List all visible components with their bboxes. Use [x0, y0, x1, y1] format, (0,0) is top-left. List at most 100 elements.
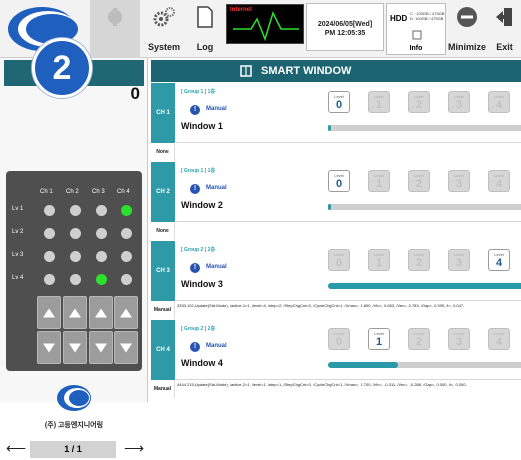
window-progress-bar — [328, 283, 521, 289]
ch2-up-button[interactable] — [63, 296, 87, 329]
level-number: 0 — [335, 257, 343, 269]
group-label: [ Group 1 ] 1층 — [181, 89, 216, 95]
datetime-display: 2024/06/05[Wed] PM 12:05:35 — [306, 3, 384, 51]
window-card-1[interactable]: CH 1 [ Group 1 ] 1층 ! Manual Window 1 Le… — [151, 83, 521, 143]
gears-icon — [153, 7, 175, 27]
mode-label: Manual — [206, 264, 227, 270]
status-tag: Manual — [151, 302, 175, 319]
level-2-button[interactable]: Level 2 — [408, 170, 430, 192]
status-tag: None — [151, 223, 175, 240]
level-label-2: Lv 2 — [12, 229, 24, 235]
company-name: (주) 고등엔지니어링 — [44, 422, 104, 429]
level-4-button[interactable]: Level 4 — [488, 91, 510, 113]
level-2-button[interactable]: Level 2 — [408, 249, 430, 271]
channel-header-3: Ch 3 — [92, 189, 105, 195]
left-control-panel: 0 Ch 1 Ch 2 Ch 3 Ch 4 Lv 1 Lv 2 Lv 3 Lv … — [0, 58, 148, 458]
level-2-button[interactable]: Level 2 — [408, 328, 430, 350]
level-1-button[interactable]: Level 1 — [368, 249, 390, 271]
window-card-4[interactable]: CH 4 [ Group 2 ] 2층 ! Manual Window 4 Le… — [151, 320, 521, 380]
status-tag: Manual — [151, 381, 175, 398]
level-1-button[interactable]: Level 1 — [368, 328, 390, 350]
level-number: 2 — [415, 178, 423, 190]
arrow-up-icon — [69, 308, 81, 317]
manual-mode-icon: ! — [190, 184, 200, 194]
window-card-3[interactable]: CH 3 [ Group 2 ] 2층 ! Manual Window 3 Le… — [151, 241, 521, 301]
indicator-dot — [70, 251, 81, 262]
arrow-down-icon — [95, 343, 107, 352]
system-label: System — [147, 42, 181, 52]
indicator-dot — [96, 205, 107, 216]
ch4-up-button[interactable] — [114, 296, 138, 329]
level-number: 4 — [495, 178, 503, 190]
status-row-3: Manual 3333,102,Update(Std-Mode), /activ… — [151, 302, 521, 319]
level-0-button[interactable]: Level 0 — [328, 328, 350, 350]
level-3-button[interactable]: Level 3 — [448, 170, 470, 192]
progress-fill — [328, 204, 331, 210]
window-name: Window 3 — [181, 279, 223, 289]
ch2-down-button[interactable] — [63, 331, 87, 364]
channel-header-1: Ch 1 — [40, 189, 53, 195]
indicator-dot — [96, 251, 107, 262]
level-4-button[interactable]: Level 4 — [488, 328, 510, 350]
level-number: 0 — [335, 336, 343, 348]
level-number: 1 — [375, 336, 383, 348]
level-3-button[interactable]: Level 3 — [448, 91, 470, 113]
arrow-down-icon — [69, 343, 81, 352]
ch3-down-button[interactable] — [89, 331, 113, 364]
level-2-button[interactable]: Level 2 — [408, 91, 430, 113]
minimize-button[interactable]: Minimize — [448, 0, 486, 58]
window-name: Window 2 — [181, 200, 223, 210]
hdd-d-usage: D: 103GB / 475GB — [410, 16, 444, 21]
exit-button[interactable]: Exit — [488, 0, 521, 58]
level-3-button[interactable]: Level 3 — [448, 328, 470, 350]
level-1-button[interactable]: Level 1 — [368, 91, 390, 113]
window-name: Window 1 — [181, 121, 223, 131]
level-0-button[interactable]: Level 0 — [328, 249, 350, 271]
level-0-button[interactable]: Level 0 — [328, 91, 350, 113]
arrow-up-icon — [120, 308, 132, 317]
group-label: [ Group 1 ] 1층 — [181, 168, 216, 174]
level-number: 3 — [455, 257, 463, 269]
arrow-up-icon — [95, 308, 107, 317]
level-4-button[interactable]: Level 4 — [488, 249, 510, 271]
indicator-dot — [44, 228, 55, 239]
heartbeat-icon — [233, 10, 299, 42]
log-label: Log — [196, 42, 214, 52]
window-card-2[interactable]: CH 2 [ Group 1 ] 1층 ! Manual Window 2 Le… — [151, 162, 521, 222]
time-text: PM 12:05:35 — [324, 30, 366, 37]
step-badge: 2 — [32, 38, 92, 98]
level-number: 0 — [335, 99, 343, 111]
ch1-down-button[interactable] — [37, 331, 61, 364]
arrow-down-icon — [120, 343, 132, 352]
ch3-up-button[interactable] — [89, 296, 113, 329]
log-button[interactable]: Log — [188, 0, 222, 58]
main-title-bar: SMART WINDOW — [151, 60, 521, 82]
document-icon — [197, 6, 213, 28]
status-tag: None — [151, 144, 175, 161]
next-page-button[interactable]: ⟶ — [124, 440, 144, 457]
level-3-button[interactable]: Level 3 — [448, 249, 470, 271]
level-label-3: Lv 3 — [12, 252, 24, 258]
hdd-info-button[interactable]: HDD C : 103GB / 475GB D: 103GB / 475GB I… — [386, 3, 446, 55]
hdd-label: HDD — [390, 14, 408, 23]
ch1-up-button[interactable] — [37, 296, 61, 329]
indicator-dot — [96, 228, 107, 239]
date-text: 2024/06/05[Wed] — [317, 21, 373, 28]
level-number: 1 — [375, 99, 383, 111]
level-0-button[interactable]: Level 0 — [328, 170, 350, 192]
hdd-usage: C : 103GB / 475GB D: 103GB / 475GB — [410, 11, 444, 21]
level-4-button[interactable]: Level 4 — [488, 170, 510, 192]
level-number: 0 — [335, 178, 343, 190]
status-row-4: Manual 4444,215,Update(Std-Mode), /activ… — [151, 381, 521, 398]
indicator-dot — [121, 251, 132, 262]
arrow-up-icon — [43, 308, 55, 317]
ch4-down-button[interactable] — [114, 331, 138, 364]
setting-button[interactable] — [90, 0, 140, 58]
level-1-button[interactable]: Level 1 — [368, 170, 390, 192]
system-button[interactable]: System — [140, 0, 188, 58]
progress-fill — [328, 125, 331, 131]
page-indicator: 1 / 1 — [30, 441, 116, 458]
window-progress-bar — [328, 362, 521, 368]
prev-page-button[interactable]: ⟵ — [6, 440, 26, 457]
manual-mode-icon: ! — [190, 263, 200, 273]
